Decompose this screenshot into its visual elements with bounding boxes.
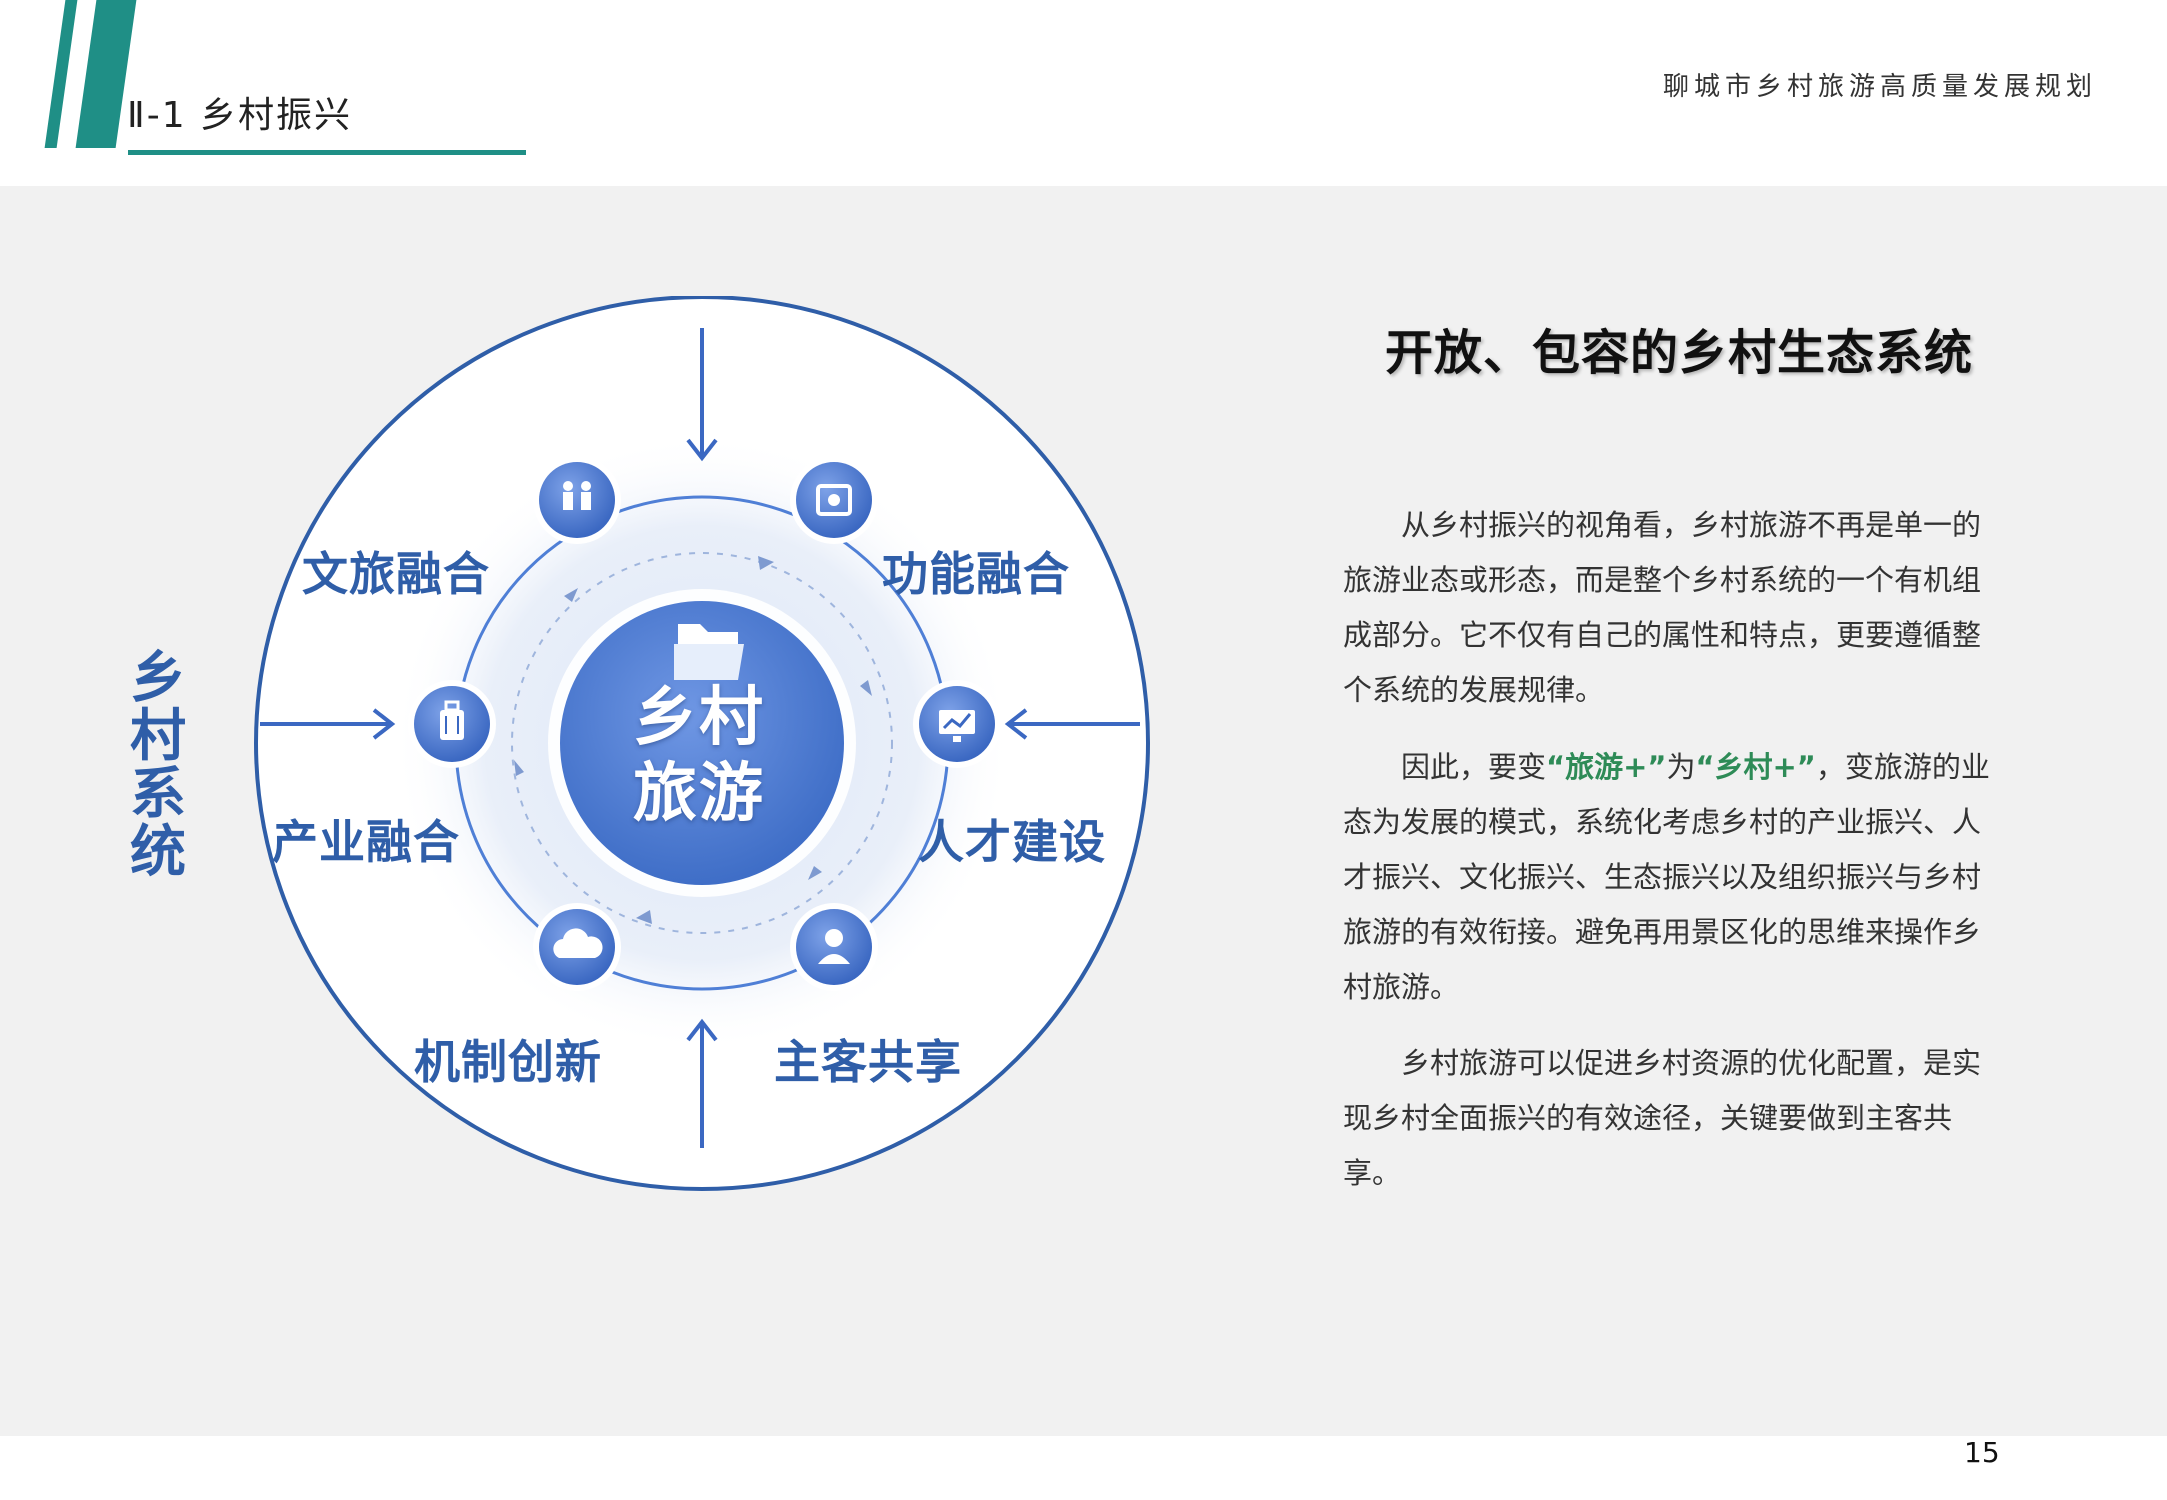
- center-label: 乡村 旅游: [606, 680, 792, 832]
- label-mechanism-innovation: 机制创新: [414, 1035, 602, 1089]
- rural-tourism-diagram: 乡村 旅游 文旅融合 功能融合 产业融合 人才建设 机制创新 主客共享: [250, 296, 1150, 1191]
- label-culture-tourism: 文旅融合: [302, 547, 490, 601]
- folder-icon: [674, 624, 744, 680]
- node-user: [790, 903, 878, 991]
- label-function-integration: 功能融合: [882, 547, 1070, 601]
- people-icon: [563, 492, 573, 510]
- paragraph-1: 从乡村振兴的视角看，乡村旅游不再是单一的旅游业态或形态，而是整个乡村系统的一个有…: [1343, 498, 2005, 718]
- highlight-tourism-plus: “旅游+”: [1546, 750, 1667, 784]
- center-label-line1: 乡村: [633, 681, 765, 755]
- label-talent-building: 人才建设: [918, 815, 1106, 869]
- luggage-icon: [440, 710, 464, 740]
- highlight-rural-plus: “乡村+”: [1695, 750, 1816, 784]
- panel-heading: 开放、包容的乡村生态系统: [1385, 325, 1974, 381]
- paragraph-2-text-b: 为: [1666, 750, 1696, 784]
- node-luggage: [408, 680, 496, 768]
- page-header: Ⅱ-1 乡村振兴 聊城市乡村旅游高质量发展规划: [0, 0, 2167, 186]
- rural-system-label: 乡村系统: [130, 646, 186, 885]
- paragraph-3: 乡村旅游可以促进乡村资源的优化配置，是实现乡村全面振兴的有效途径，关键要做到主客…: [1343, 1036, 2005, 1201]
- accent-stripe: [44, 0, 78, 148]
- node-picture: [790, 456, 878, 544]
- label-industry-integration: 产业融合: [272, 815, 460, 869]
- label-host-guest-sharing: 主客共享: [774, 1035, 962, 1089]
- paragraph-2: 因此，要变“旅游+”为“乡村+”，变旅游的业态为发展的模式，系统化考虑乡村的产业…: [1343, 740, 2005, 1015]
- paragraph-1-text: 从乡村振兴的视角看，乡村旅游不再是单一的旅游业态或形态，而是整个乡村系统的一个有…: [1343, 508, 1982, 707]
- paragraph-2-text-c: ，变旅游的业态为发展的模式，系统化考虑乡村的产业振兴、人才振兴、文化振兴、生态振…: [1343, 750, 1990, 1004]
- user-icon: [825, 929, 843, 947]
- page-number: 15: [1964, 1436, 2000, 1469]
- paragraph-2-text-a: 因此，要变: [1401, 750, 1547, 784]
- document-title: 聊城市乡村旅游高质量发展规划: [1662, 72, 2097, 102]
- paragraph-3-text: 乡村旅游可以促进乡村资源的优化配置，是实现乡村全面振兴的有效途径，关键要做到主客…: [1343, 1046, 1982, 1190]
- section-title: Ⅱ-1 乡村振兴: [127, 95, 353, 136]
- center-label-line2: 旅游: [633, 757, 765, 831]
- node-people: [533, 456, 621, 544]
- node-chart-monitor: [913, 680, 1001, 768]
- page-footer: [0, 1436, 2167, 1500]
- section-underline: [128, 150, 526, 155]
- node-cloud: [533, 903, 621, 991]
